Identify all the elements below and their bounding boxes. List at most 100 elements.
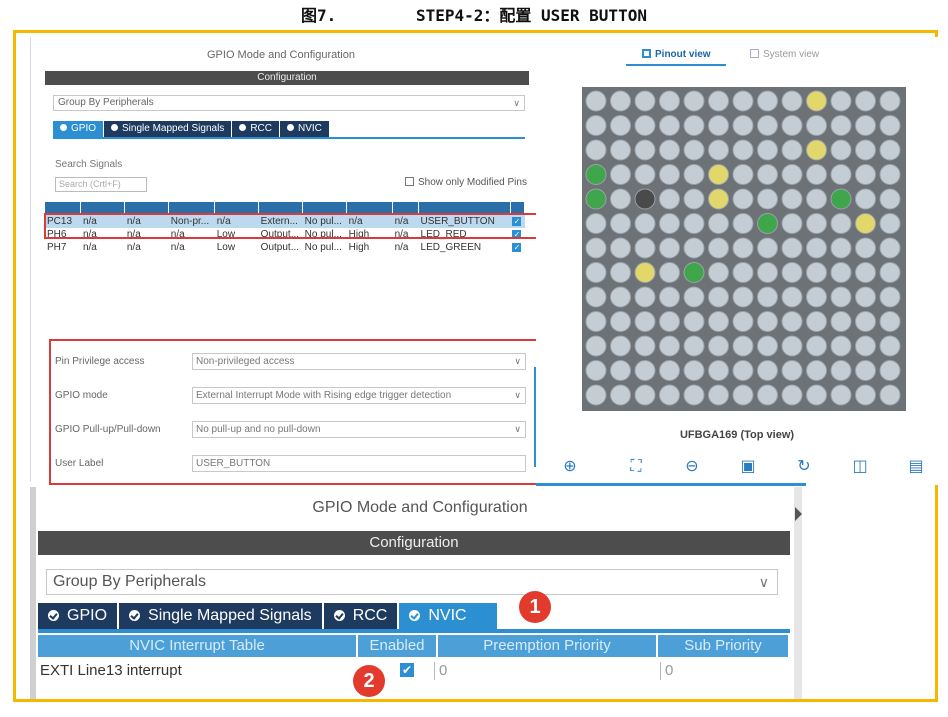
bga-pin[interactable]	[683, 213, 705, 234]
bga-pin[interactable]	[757, 237, 778, 259]
bga-pin[interactable]	[855, 115, 876, 136]
group-by-select[interactable]: Group By Peripherals ∨	[46, 569, 778, 595]
bga-pin[interactable]	[732, 213, 754, 234]
bga-pin[interactable]	[830, 188, 852, 210]
tab-nvic[interactable]: NVIC	[399, 603, 499, 629]
bga-pin[interactable]	[757, 335, 778, 357]
bga-pin[interactable]	[806, 360, 827, 381]
bga-pin[interactable]	[879, 286, 901, 308]
bga-pin[interactable]	[879, 360, 901, 381]
bga-pin[interactable]	[732, 139, 754, 161]
bga-pin[interactable]	[781, 90, 803, 112]
bga-pin[interactable]	[683, 384, 705, 406]
bga-pin[interactable]	[855, 188, 876, 210]
bga-pin[interactable]	[634, 360, 656, 381]
bga-pin[interactable]	[757, 262, 778, 283]
bga-pin[interactable]	[732, 335, 754, 357]
checkbox-checked-icon[interactable]: ✓	[512, 243, 522, 252]
bga-pin[interactable]	[634, 188, 656, 210]
group-by-select[interactable]: Group By Peripherals ∨	[53, 95, 525, 111]
bga-pin[interactable]	[585, 188, 607, 210]
bga-pin[interactable]	[830, 335, 852, 357]
bga-pin[interactable]	[585, 213, 607, 234]
bga-pin[interactable]	[806, 188, 827, 210]
bga-pin[interactable]	[879, 139, 901, 161]
bga-pin[interactable]	[610, 213, 631, 234]
bga-pin[interactable]	[634, 311, 656, 332]
bga-pin[interactable]	[781, 115, 803, 136]
bga-pin[interactable]	[610, 237, 631, 259]
bga-pin[interactable]	[683, 262, 705, 283]
tab-nvic[interactable]: NVIC	[279, 121, 330, 137]
bga-pin[interactable]	[732, 115, 754, 136]
bga-pin[interactable]	[585, 115, 607, 136]
bga-pin[interactable]	[659, 335, 680, 357]
tab-pinout-view[interactable]: Pinout view	[642, 49, 711, 60]
bga-pin[interactable]	[683, 311, 705, 332]
bga-pin[interactable]	[781, 384, 803, 406]
zoom-in-icon[interactable]: ⊕	[560, 457, 580, 477]
bga-pin[interactable]	[708, 335, 729, 357]
bga-pin[interactable]	[781, 237, 803, 259]
bga-pin[interactable]	[732, 164, 754, 185]
bga-pin[interactable]	[610, 139, 631, 161]
bga-pin[interactable]	[708, 90, 729, 112]
bga-pin[interactable]	[732, 311, 754, 332]
bga-pin[interactable]	[610, 360, 631, 381]
bga-pin[interactable]	[855, 237, 876, 259]
bga-pin[interactable]	[879, 237, 901, 259]
ufbga169-chip[interactable]	[582, 87, 906, 411]
tab-rcc[interactable]: RCC	[323, 603, 400, 629]
tab-rcc[interactable]: RCC	[232, 121, 280, 137]
bga-pin[interactable]	[708, 237, 729, 259]
bga-pin[interactable]	[855, 335, 876, 357]
bga-pin[interactable]	[855, 213, 876, 234]
bga-pin[interactable]	[634, 213, 656, 234]
bga-pin[interactable]	[732, 360, 754, 381]
bga-pin[interactable]	[879, 311, 901, 332]
bga-pin[interactable]	[757, 188, 778, 210]
bga-pin[interactable]	[879, 213, 901, 234]
bga-pin[interactable]	[855, 311, 876, 332]
bga-pin[interactable]	[585, 286, 607, 308]
bga-pin[interactable]	[879, 262, 901, 283]
bga-pin[interactable]	[585, 311, 607, 332]
bga-pin[interactable]	[585, 237, 607, 259]
bga-pin[interactable]	[634, 286, 656, 308]
bga-pin[interactable]	[879, 188, 901, 210]
bga-pin[interactable]	[757, 286, 778, 308]
export-icon[interactable]: ▣	[738, 457, 758, 477]
bga-pin[interactable]	[610, 335, 631, 357]
bga-pin[interactable]	[708, 360, 729, 381]
zoom-out-icon[interactable]: ⊖	[682, 457, 702, 477]
bga-pin[interactable]	[830, 311, 852, 332]
bga-pin[interactable]	[659, 213, 680, 234]
bga-pin[interactable]	[708, 286, 729, 308]
bga-pin[interactable]	[732, 262, 754, 283]
bga-pin[interactable]	[610, 286, 631, 308]
bga-pin[interactable]	[634, 90, 656, 112]
bga-pin[interactable]	[830, 237, 852, 259]
bga-pin[interactable]	[610, 90, 631, 112]
bga-pin[interactable]	[659, 188, 680, 210]
bga-pin[interactable]	[659, 360, 680, 381]
bga-pin[interactable]	[708, 115, 729, 136]
bga-pin[interactable]	[781, 311, 803, 332]
bga-pin[interactable]	[830, 115, 852, 136]
bga-pin[interactable]	[757, 115, 778, 136]
show-modified-checkbox[interactable]: Show only Modified Pins	[405, 177, 527, 188]
bga-pin[interactable]	[757, 164, 778, 185]
bga-pin[interactable]	[683, 286, 705, 308]
bga-pin[interactable]	[855, 360, 876, 381]
bga-pin[interactable]	[634, 164, 656, 185]
bga-pin[interactable]	[830, 384, 852, 406]
bga-pin[interactable]	[634, 384, 656, 406]
bga-pin[interactable]	[708, 164, 729, 185]
bga-pin[interactable]	[757, 384, 778, 406]
bga-pin[interactable]	[806, 311, 827, 332]
bga-pin[interactable]	[683, 335, 705, 357]
bga-pin[interactable]	[855, 164, 876, 185]
bga-pin[interactable]	[830, 213, 852, 234]
bga-pin[interactable]	[732, 237, 754, 259]
bga-pin[interactable]	[634, 335, 656, 357]
